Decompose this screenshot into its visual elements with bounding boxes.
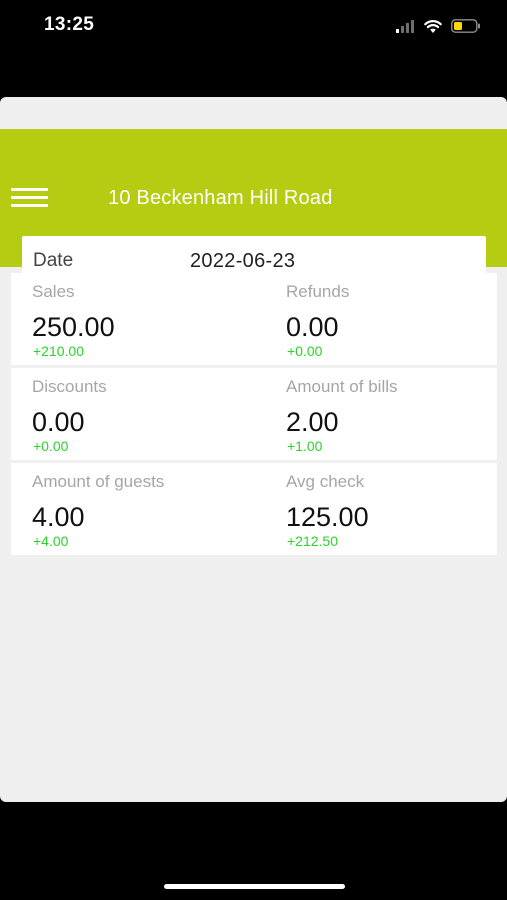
stat-label: Refunds: [286, 282, 350, 301]
stat-value: 250.00: [32, 312, 115, 342]
stat-label: Avg check: [286, 472, 365, 491]
stat-label: Amount of bills: [286, 377, 398, 396]
stat-value: 0.00: [32, 407, 85, 437]
stat-delta: +212.50: [287, 533, 338, 549]
stat-value: 125.00: [286, 502, 369, 532]
app-screen: 10 Beckenham Hill Road Date 2022-06-23 S…: [0, 97, 507, 802]
stat-delta: +1.00: [287, 438, 323, 454]
menu-button[interactable]: [11, 188, 49, 212]
status-time: 13:25: [44, 14, 95, 35]
stat-delta: +0.00: [33, 438, 69, 454]
stat-delta: +210.00: [33, 343, 84, 359]
status-bar: 13:25: [0, 0, 507, 52]
stats-row: Amount of guests 4.00 +4.00 Avg check 12…: [11, 463, 497, 555]
stat-delta: +0.00: [287, 343, 323, 359]
stat-label: Discounts: [32, 377, 107, 396]
stat-value: 4.00: [32, 502, 85, 532]
battery-icon: [451, 19, 480, 33]
app-header: 10 Beckenham Hill Road Date 2022-06-23: [0, 129, 507, 284]
status-icons: [395, 14, 481, 38]
stat-value: 2.00: [286, 407, 339, 437]
date-label: Date: [33, 250, 74, 271]
stat-delta: +4.00: [33, 533, 69, 549]
stats-grid: Sales 250.00 +210.00 Refunds 0.00 +0.00 …: [11, 273, 497, 558]
date-value[interactable]: 2022-06-23: [190, 250, 295, 273]
cellular-signal-icon: [396, 20, 414, 33]
wifi-icon: [424, 20, 442, 33]
stats-row: Sales 250.00 +210.00 Refunds 0.00 +0.00: [11, 273, 497, 365]
page-title: 10 Beckenham Hill Road: [108, 187, 333, 209]
stats-row: Discounts 0.00 +0.00 Amount of bills 2.0…: [11, 368, 497, 460]
stat-label: Amount of guests: [32, 472, 165, 491]
stat-label: Sales: [32, 282, 75, 301]
home-indicator[interactable]: [164, 884, 345, 889]
stat-value: 0.00: [286, 312, 339, 342]
